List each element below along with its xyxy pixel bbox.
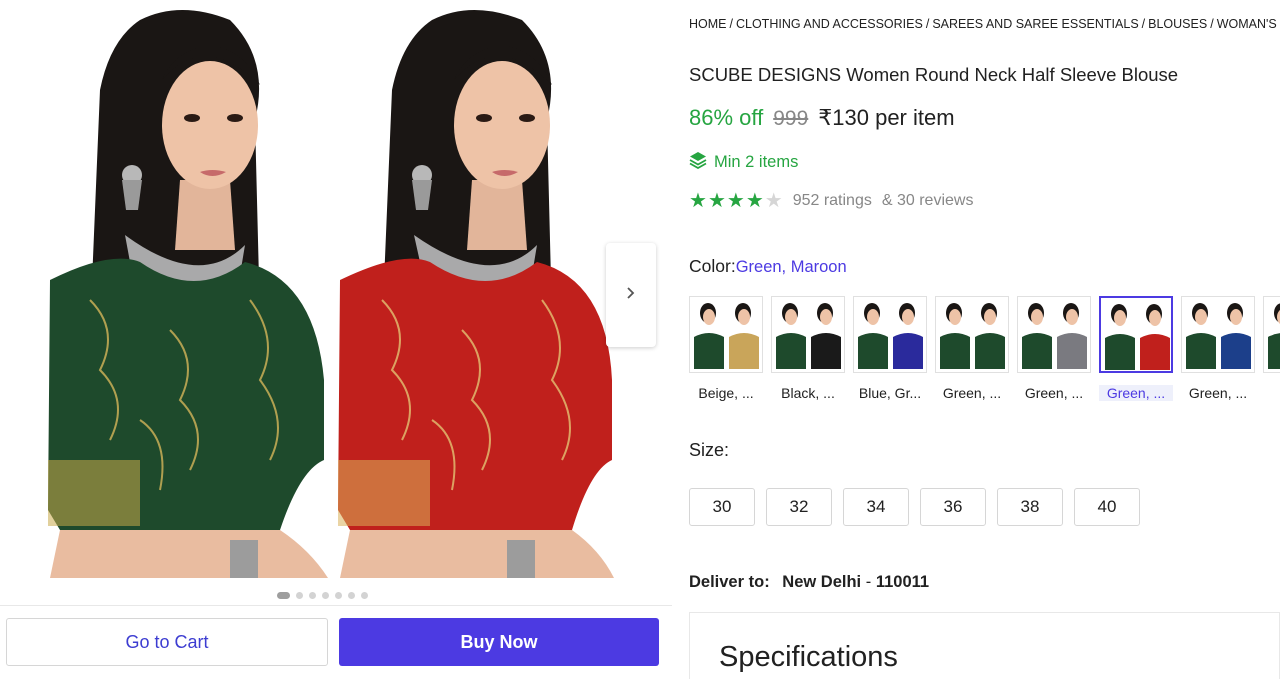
discount-percent: 86% off [689,105,764,130]
star-icon: ★ [726,190,745,212]
product-image-green[interactable] [30,0,328,578]
color-swatch[interactable]: Green, ... [935,296,1009,401]
chevron-right-icon [626,286,636,305]
product-image-maroon[interactable] [332,0,614,578]
pagination-dot[interactable] [309,592,316,599]
color-swatch-label: Green, ... [1024,385,1084,401]
action-bar: Go to Cart Buy Now [0,605,672,679]
deliver-to-label: Deliver to: [689,573,770,591]
color-swatch[interactable]: Green, ... [1099,296,1173,401]
product-details: HOME / CLOTHING AND ACCESSORIES / SAREES AND… [689,0,1280,679]
color-swatch-label: Green, ... [1188,385,1248,401]
color-swatch-thumbnail [1181,296,1255,373]
star-icon: ★ [707,190,726,212]
star-icon: ★ [745,190,764,212]
specifications-title: Specifications [719,641,898,673]
color-selector-label: Color:Green, Maroon [689,256,847,277]
color-swatch-thumbnail [689,296,763,373]
image-pagination-dots [277,592,368,599]
selected-color-value: Green, Maroon [735,258,847,276]
min-order-info: Min 2 items [689,151,798,174]
ratings-count[interactable]: 952 ratings [793,192,872,210]
delivery-pincode: 110011 [875,573,930,591]
color-swatch[interactable]: Green, ... [1017,296,1091,401]
size-option-32[interactable]: 32 [766,488,832,526]
next-image-button[interactable] [606,243,656,347]
color-swatch-label: Beige, ... [698,385,754,401]
breadcrumb-womans-blouses[interactable]: WOMAN'S BLOUSES [1217,17,1280,31]
model-photo-green [30,0,328,578]
star-rating: ★ ★ ★ ★ ★ [689,191,783,211]
delivery-location[interactable]: Deliver to: New Delhi - 110011 [689,573,929,592]
breadcrumb-blouses[interactable]: BLOUSES [1148,17,1207,31]
pagination-dot[interactable] [296,592,303,599]
star-icon: ★ [689,190,707,212]
color-swatch-thumbnail [1263,296,1280,373]
product-title: SCUBE DESIGNS Women Round Neck Half Slee… [689,64,1179,85]
color-swatch[interactable]: Beige, ... [689,296,763,401]
reviews-count[interactable]: & 30 reviews [882,192,974,210]
breadcrumb-clothing[interactable]: CLOTHING AND ACCESSORIES [736,17,923,31]
price-row: 86% off 999 ₹130 per item [689,105,955,131]
min-items-text: Min 2 items [714,153,799,171]
delivery-city: New Delhi [782,573,862,591]
model-photo-maroon [332,0,614,578]
selling-price: ₹130 per item [818,105,955,130]
delivery-separator: - [865,573,872,591]
size-options: 30 32 34 36 38 40 [689,488,1140,526]
pagination-dot[interactable] [335,592,342,599]
color-swatch[interactable]: Gr [1263,296,1280,401]
pagination-dot[interactable] [361,592,368,599]
breadcrumb: HOME / CLOTHING AND ACCESSORIES / SAREES AND… [689,17,1280,31]
go-to-cart-button[interactable]: Go to Cart [6,618,328,666]
color-swatch-thumbnail [1099,296,1173,373]
size-option-40[interactable]: 40 [1074,488,1140,526]
color-swatch-thumbnail [853,296,927,373]
size-option-38[interactable]: 38 [997,488,1063,526]
product-gallery: Go to Cart Buy Now [0,0,672,679]
pagination-dot[interactable] [348,592,355,599]
color-swatch-label: Green, ... [942,385,1002,401]
color-swatch-thumbnail [771,296,845,373]
size-option-30[interactable]: 30 [689,488,755,526]
breadcrumb-home[interactable]: HOME [689,17,727,31]
color-label: Color: [689,256,736,276]
pagination-dot[interactable] [322,592,329,599]
color-swatch-label: Gr [1263,385,1280,401]
color-swatch-thumbnail [1017,296,1091,373]
size-option-34[interactable]: 34 [843,488,909,526]
pagination-dot[interactable] [277,592,290,599]
rating-row: ★ ★ ★ ★ ★ 952 ratings & 30 reviews [689,191,973,211]
layers-icon [689,151,707,174]
color-swatches: Beige, ... Black, ... Blue, Gr... Green, ..… [689,296,1280,406]
size-label: Size: [689,440,730,460]
specifications-card: Specifications [689,612,1280,679]
color-swatch-label: Green, ... [1099,385,1173,401]
breadcrumb-sarees[interactable]: SAREES AND SAREE ESSENTIALS [932,17,1138,31]
star-icon: ★ [764,190,783,212]
original-price: 999 [773,107,809,130]
color-swatch[interactable]: Green, ... [1181,296,1255,401]
color-swatch-label: Black, ... [781,385,835,401]
color-swatch[interactable]: Blue, Gr... [853,296,927,401]
size-option-36[interactable]: 36 [920,488,986,526]
color-swatch-label: Blue, Gr... [858,385,922,401]
color-swatch[interactable]: Black, ... [771,296,845,401]
color-swatch-thumbnail [935,296,1009,373]
buy-now-button[interactable]: Buy Now [339,618,659,666]
